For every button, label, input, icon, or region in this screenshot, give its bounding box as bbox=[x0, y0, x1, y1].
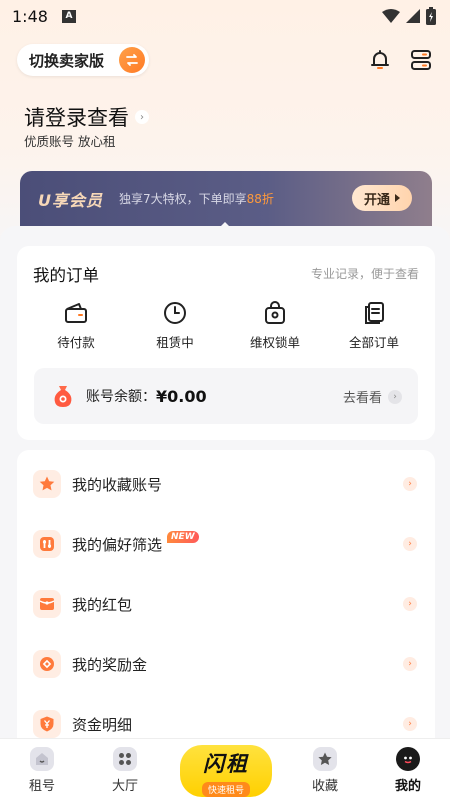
switch-seller-label: 切换卖家版 bbox=[29, 51, 105, 70]
grid-icon bbox=[113, 747, 137, 771]
order-item-label: 维权锁单 bbox=[249, 335, 300, 350]
tab-favorites[interactable]: 收藏 bbox=[285, 739, 365, 800]
status-notification-badge: A bbox=[61, 9, 76, 23]
status-icons bbox=[382, 7, 436, 25]
balance-box[interactable]: 账号余额： ¥0.00 去看看 › bbox=[34, 368, 418, 424]
menu-item-label: 我的红包 bbox=[72, 595, 133, 614]
chevron-right-icon: › bbox=[388, 389, 402, 404]
signal-icon bbox=[406, 9, 420, 23]
chevron-right-icon: › bbox=[403, 537, 417, 551]
login-prompt[interactable]: 请登录查看 › bbox=[24, 102, 149, 132]
vip-name: U享会员 bbox=[38, 191, 103, 210]
money-bag-icon bbox=[54, 386, 72, 407]
menu-item-label: 资金明细 bbox=[72, 715, 133, 734]
quick-rent-button[interactable]: 闪租 快速租号 bbox=[180, 745, 272, 797]
order-renting[interactable]: 租赁中 bbox=[130, 300, 220, 351]
balance-view-link[interactable]: 去看看 › bbox=[343, 387, 402, 406]
chevron-right-icon: › bbox=[403, 477, 417, 491]
tab-rent-account[interactable]: 租号 bbox=[2, 739, 82, 800]
home-icon bbox=[30, 747, 54, 771]
star-icon bbox=[33, 470, 61, 498]
wallet-icon bbox=[65, 303, 87, 323]
shield-yen-icon bbox=[33, 710, 61, 738]
star-icon bbox=[313, 747, 337, 771]
new-badge: NEW bbox=[167, 531, 199, 543]
menu-item-label: 我的偏好筛选 bbox=[72, 535, 163, 554]
chevron-right-icon: › bbox=[403, 717, 417, 731]
chevron-right-icon: › bbox=[403, 597, 417, 611]
tab-mine[interactable]: 我的 bbox=[368, 739, 448, 800]
wifi-icon bbox=[382, 9, 400, 23]
tab-hall[interactable]: 大厅 bbox=[85, 739, 165, 800]
menu-card: 我的收藏账号 › 我的偏好筛选 NEW › 我的红包 › 我的奖励金 › 资金明… bbox=[17, 450, 435, 750]
bell-icon[interactable] bbox=[368, 48, 392, 72]
vip-open-button[interactable]: 开通 bbox=[352, 185, 412, 211]
chevron-right-icon: › bbox=[135, 110, 149, 124]
balance-link-label: 去看看 bbox=[342, 391, 382, 406]
order-pending-payment[interactable]: 待付款 bbox=[31, 300, 121, 351]
order-dispute-locked[interactable]: 维权锁单 bbox=[230, 300, 320, 351]
menu-item-label: 我的奖励金 bbox=[72, 655, 148, 674]
login-title: 请登录查看 bbox=[24, 106, 129, 130]
lock-bag-icon bbox=[265, 301, 285, 324]
server-menu-icon[interactable] bbox=[409, 48, 433, 72]
red-packet-icon bbox=[33, 590, 61, 618]
switch-arrows-icon bbox=[119, 47, 145, 73]
order-item-label: 全部订单 bbox=[348, 335, 399, 350]
menu-item-favorites[interactable]: 我的收藏账号 › bbox=[17, 454, 435, 514]
quick-rent-title: 闪租 bbox=[203, 752, 249, 776]
status-time: 1:48 bbox=[12, 6, 48, 26]
menu-item-red-packets[interactable]: 我的红包 › bbox=[17, 574, 435, 634]
order-all[interactable]: 全部订单 bbox=[329, 300, 419, 351]
tab-label: 大厅 bbox=[111, 779, 138, 794]
menu-item-preferences[interactable]: 我的偏好筛选 NEW › bbox=[17, 514, 435, 574]
order-item-label: 租赁中 bbox=[156, 335, 194, 350]
document-icon bbox=[365, 302, 384, 324]
coin-icon bbox=[33, 650, 61, 678]
face-icon bbox=[396, 747, 420, 771]
vip-open-label: 开通 bbox=[363, 192, 390, 208]
tab-label: 我的 bbox=[394, 779, 421, 794]
quick-rent-subtitle: 快速租号 bbox=[201, 782, 250, 797]
balance-value: ¥0.00 bbox=[156, 386, 207, 406]
orders-subtitle: 专业记录，便于查看 bbox=[310, 267, 419, 281]
orders-title: 我的订单 bbox=[33, 266, 99, 285]
vip-desc-text: 独享7大特权，下单即享 bbox=[119, 192, 247, 206]
menu-item-label: 我的收藏账号 bbox=[72, 475, 163, 494]
vip-banner[interactable]: U享会员 独享7大特权，下单即享88折 开通 bbox=[20, 171, 432, 229]
orders-card: 我的订单 专业记录，便于查看 待付款 租赁中 维权锁单 全部订单 账号余额： ¥… bbox=[17, 246, 435, 440]
status-bar: 1:48 A bbox=[0, 0, 450, 32]
filter-icon bbox=[33, 530, 61, 558]
tab-label: 收藏 bbox=[311, 779, 338, 794]
switch-seller-button[interactable]: 切换卖家版 bbox=[17, 44, 149, 76]
order-item-label: 待付款 bbox=[57, 335, 95, 350]
chevron-right-icon: › bbox=[403, 657, 417, 671]
balance-label: 账号余额： bbox=[86, 389, 156, 405]
clock-icon bbox=[164, 302, 186, 324]
login-subtitle: 优质账号 放心租 bbox=[24, 134, 116, 149]
battery-icon bbox=[426, 7, 436, 25]
tab-label: 租号 bbox=[28, 779, 55, 794]
play-arrow-icon bbox=[395, 194, 400, 202]
vip-description: 独享7大特权，下单即享88折 bbox=[119, 190, 274, 207]
menu-item-rewards[interactable]: 我的奖励金 › bbox=[17, 634, 435, 694]
vip-discount: 88折 bbox=[246, 192, 274, 206]
